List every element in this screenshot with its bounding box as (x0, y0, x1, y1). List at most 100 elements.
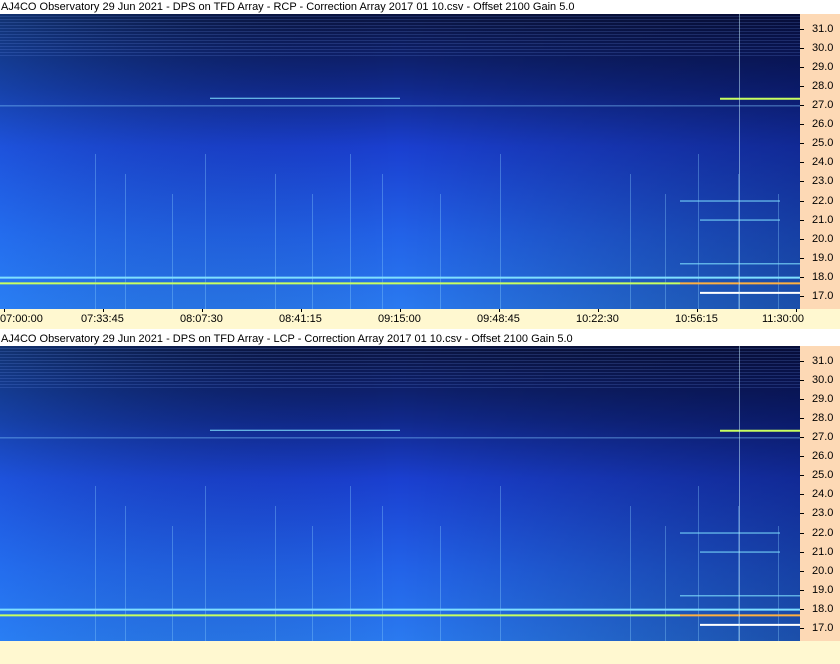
y-tick-mark (800, 67, 804, 69)
y-tick-mark (800, 608, 804, 610)
y-tick-label: 29.0 (812, 61, 834, 74)
vertical-streak (665, 526, 666, 641)
y-tick: 27.0 (800, 431, 840, 443)
y-tick: 23.0 (800, 175, 840, 187)
y-tick-mark (800, 513, 804, 515)
interference-line (0, 55, 800, 56)
frequency-axis-lcp: 31.0 30.0 29.0 28.0 27.0 26.0 25.0 24.0 23.0 22.0… (800, 346, 840, 641)
vertical-streak (172, 526, 173, 641)
y-tick-mark (800, 551, 804, 553)
interference-line (0, 40, 800, 41)
vertical-streak (382, 174, 383, 309)
y-tick-label: 31.0 (812, 23, 834, 36)
vertical-streak (738, 506, 739, 641)
interference-line (0, 387, 800, 388)
y-tick-label: 25.0 (812, 137, 834, 150)
y-tick: 19.0 (800, 252, 840, 264)
y-tick-label: 30.0 (812, 42, 834, 55)
vertical-streak (778, 194, 779, 309)
y-tick-label: 26.0 (812, 118, 834, 131)
x-tick-mark (400, 309, 401, 312)
x-tick-mark (103, 309, 104, 312)
vertical-streak (698, 154, 699, 309)
y-tick-mark (800, 105, 804, 107)
interference-line (0, 375, 800, 376)
y-tick-mark (800, 437, 804, 439)
y-tick-mark (800, 399, 804, 401)
vertical-streak (350, 486, 351, 641)
vertical-streak (125, 174, 126, 309)
x-tick-mark (796, 309, 797, 312)
x-tick-mark (301, 309, 302, 312)
emission-band (680, 532, 780, 534)
vertical-streak (440, 194, 441, 309)
vertical-streak (630, 174, 631, 309)
interference-line (0, 52, 800, 53)
y-tick-label: 24.0 (812, 488, 834, 501)
y-tick-label: 30.0 (812, 374, 834, 387)
y-tick-mark (800, 418, 804, 420)
interference-line (0, 16, 800, 17)
emission-band (0, 614, 680, 617)
emission-band (0, 276, 800, 279)
y-tick: 31.0 (800, 355, 840, 367)
x-tick-mark (499, 309, 500, 312)
y-tick-label: 19.0 (812, 583, 834, 596)
y-tick: 28.0 (800, 412, 840, 424)
vertical-streak (275, 506, 276, 641)
y-tick: 26.0 (800, 450, 840, 462)
y-tick-mark (800, 589, 804, 591)
y-tick-mark (800, 456, 804, 458)
y-tick: 29.0 (800, 61, 840, 73)
y-tick-mark (800, 162, 804, 164)
y-tick: 20.0 (800, 565, 840, 577)
y-tick: 29.0 (800, 393, 840, 405)
y-tick: 31.0 (800, 23, 840, 35)
y-tick-label: 22.0 (812, 194, 834, 207)
y-tick-label: 23.0 (812, 507, 834, 520)
interference-line (0, 354, 800, 355)
y-tick-label: 20.0 (812, 232, 834, 245)
y-tick: 27.0 (800, 99, 840, 111)
spectrogram-shading (0, 14, 800, 309)
vertical-streak (95, 154, 96, 309)
x-tick-label: 09:48:45 (477, 313, 520, 325)
vertical-streak (382, 506, 383, 641)
y-tick-mark (800, 276, 804, 278)
vertical-streak (205, 486, 206, 641)
panel-title-lcp: AJ4CO Observatory 29 Jun 2021 - DPS on T… (0, 332, 840, 346)
interference-line (0, 357, 800, 358)
y-tick-mark (800, 295, 804, 297)
interference-line (0, 372, 800, 373)
vertical-streak (738, 174, 739, 309)
y-tick: 18.0 (800, 603, 840, 615)
y-tick-label: 21.0 (812, 213, 834, 226)
emission-band (720, 97, 800, 100)
vertical-streak (275, 174, 276, 309)
vertical-streak (312, 194, 313, 309)
y-tick-label: 17.0 (812, 621, 834, 634)
y-tick-label: 27.0 (812, 431, 834, 444)
y-tick-mark (800, 143, 804, 145)
y-tick: 21.0 (800, 546, 840, 558)
interference-line (0, 351, 800, 352)
x-tick-mark (4, 309, 5, 312)
interference-line (0, 22, 800, 23)
y-tick-label: 19.0 (812, 251, 834, 264)
x-tick-label: 10:22:30 (576, 313, 619, 325)
y-tick-label: 24.0 (812, 156, 834, 169)
emission-band (700, 291, 800, 294)
y-tick: 30.0 (800, 374, 840, 386)
y-tick: 23.0 (800, 507, 840, 519)
panel-title-rcp: AJ4CO Observatory 29 Jun 2021 - DPS on T… (0, 0, 840, 14)
y-tick-mark (800, 124, 804, 126)
x-tick-label: 11:30:00 (762, 313, 805, 325)
vertical-streak (172, 194, 173, 309)
vertical-streak (739, 14, 740, 309)
y-tick-mark (800, 475, 804, 477)
emission-band (720, 429, 800, 432)
y-tick-label: 20.0 (812, 564, 834, 577)
y-tick-label: 28.0 (812, 412, 834, 425)
vertical-streak (350, 154, 351, 309)
y-tick: 20.0 (800, 233, 840, 245)
